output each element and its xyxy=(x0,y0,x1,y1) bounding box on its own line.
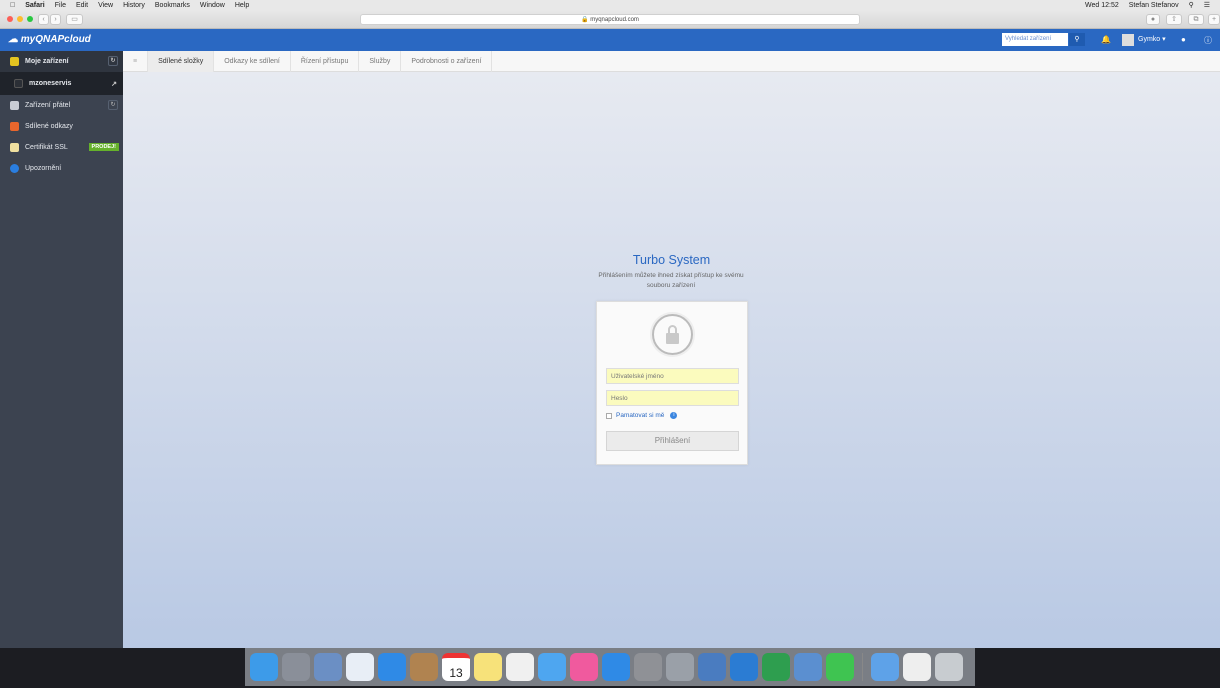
username-input[interactable]: Uživatelské jméno xyxy=(606,368,739,384)
spotlight-icon[interactable]: ⚲ xyxy=(1189,1,1194,9)
sidebar-item-shared-links[interactable]: Sdílené odkazy xyxy=(0,116,123,137)
tabs-button[interactable]: ⧉ xyxy=(1188,14,1204,25)
menu-file[interactable]: File xyxy=(55,2,66,9)
info-icon[interactable]: i xyxy=(670,412,678,419)
browser-toolbar: ‹ › ▭ 🔒 myqnapcloud.com ● ⇧ ⧉ + xyxy=(0,10,1220,29)
zoom-window-button[interactable] xyxy=(27,16,33,22)
tab-share-links[interactable]: Odkazy ke sdílení xyxy=(214,51,291,72)
dock-finder-icon[interactable] xyxy=(250,653,278,681)
dock-utility-icon[interactable] xyxy=(666,653,694,681)
dock-whatsapp-icon[interactable] xyxy=(826,653,854,681)
dock-launchpad-icon[interactable] xyxy=(282,653,310,681)
login-button[interactable]: Přihlášení xyxy=(606,431,739,451)
menu-history[interactable]: History xyxy=(123,2,145,9)
dock-network-utility-icon[interactable] xyxy=(698,653,726,681)
dock-excel-icon[interactable] xyxy=(762,653,790,681)
menu-edit[interactable]: Edit xyxy=(76,2,88,9)
friends-icon xyxy=(10,101,19,110)
menu-view[interactable]: View xyxy=(98,2,113,9)
forward-button[interactable]: › xyxy=(50,14,61,25)
dock-trash-icon[interactable] xyxy=(935,653,963,681)
dock-notes-icon[interactable] xyxy=(474,653,502,681)
dock-safari-icon[interactable] xyxy=(378,653,406,681)
tab-device-details[interactable]: Podrobnosti o zařízení xyxy=(401,51,493,72)
menu-app[interactable]: Safari xyxy=(25,2,44,9)
user-name[interactable]: Stefan Stefanov xyxy=(1129,2,1179,9)
remember-checkbox[interactable] xyxy=(606,412,612,419)
new-tab-button[interactable]: + xyxy=(1208,14,1220,25)
back-button[interactable]: ‹ xyxy=(38,14,49,25)
certificate-icon xyxy=(10,143,19,152)
tab-bar: ≡ Sdílené složky Odkazy ke sdílení Řízen… xyxy=(123,51,1220,72)
dock-itunes-icon[interactable] xyxy=(570,653,598,681)
clock[interactable]: Wed 12:52 xyxy=(1085,2,1119,9)
dock-preview-icon[interactable] xyxy=(314,653,342,681)
dock-remote-desktop-icon[interactable] xyxy=(794,653,822,681)
dock-system-preferences-icon[interactable] xyxy=(634,653,662,681)
sidebar-item-ssl-certificate[interactable]: Certifikát SSL PRODEJ! xyxy=(0,137,123,158)
external-link-icon[interactable]: ↗ xyxy=(111,80,117,88)
dock-document-icon[interactable] xyxy=(903,653,931,681)
menu-bookmarks[interactable]: Bookmarks xyxy=(155,2,190,9)
search-icon[interactable]: ⚲ xyxy=(1069,33,1085,46)
share-icon xyxy=(10,122,19,131)
dock-separator xyxy=(862,653,863,681)
sale-badge[interactable]: PRODEJ! xyxy=(88,143,119,151)
menu-window[interactable]: Window xyxy=(200,2,225,9)
tab-access-control[interactable]: Řízení přístupu xyxy=(291,51,360,72)
main-content: Turbo System Přihlášením můžete ihned zí… xyxy=(123,72,1220,648)
sidebar-item-notifications[interactable]: Upozornění xyxy=(0,158,123,179)
cloud-icon: ☁ xyxy=(8,34,18,45)
dock-contacts-icon[interactable] xyxy=(410,653,438,681)
sidebar-item-mzoneservis[interactable]: mzoneservis ↗ xyxy=(0,72,123,95)
dock-mail-icon[interactable] xyxy=(346,653,374,681)
dock-photos-icon[interactable] xyxy=(506,653,534,681)
avatar[interactable] xyxy=(1122,34,1134,46)
cube-icon xyxy=(10,57,19,66)
apple-menu-icon[interactable]:  xyxy=(10,2,15,9)
nas-icon xyxy=(14,79,23,88)
password-input[interactable]: Heslo xyxy=(606,390,739,406)
sidebar-item-my-devices[interactable]: Moje zařízení ↻ xyxy=(0,51,123,72)
login-card: Uživatelské jméno Heslo Pamatovat si mě i… xyxy=(596,301,748,465)
share-button[interactable]: ⇧ xyxy=(1166,14,1182,25)
minimize-window-button[interactable] xyxy=(17,16,23,22)
download-button[interactable]: ● xyxy=(1146,14,1160,25)
close-window-button[interactable] xyxy=(7,16,13,22)
notification-center-icon[interactable]: ☰ xyxy=(1204,1,1210,9)
sidebar-toggle-button[interactable]: ▭ xyxy=(66,14,83,25)
refresh-icon[interactable]: ↻ xyxy=(108,100,118,110)
globe-icon[interactable]: ● xyxy=(1181,35,1186,44)
sidebar-item-friends-devices[interactable]: Zařízení přátel ↻ xyxy=(0,95,123,116)
tab-services[interactable]: Služby xyxy=(359,51,402,72)
refresh-icon[interactable]: ↻ xyxy=(108,56,118,66)
user-menu[interactable]: Gymko ▾ xyxy=(1138,35,1166,43)
dock-calendar-icon[interactable]: 13 xyxy=(442,653,470,681)
login-subtitle: Přihlášením můžete ihned získat přístup … xyxy=(598,272,744,289)
lock-icon: 🔒 xyxy=(581,17,589,23)
search-input[interactable]: Vyhledat zařízení xyxy=(1002,33,1068,46)
address-bar[interactable]: 🔒 myqnapcloud.com xyxy=(360,14,860,25)
menu-toggle-icon[interactable]: ≡ xyxy=(123,51,149,72)
bell-icon[interactable]: 🔔 xyxy=(1101,35,1111,44)
dock-app-store-icon[interactable] xyxy=(602,653,630,681)
lock-icon xyxy=(652,314,693,355)
tab-shared-folders[interactable]: Sdílené složky xyxy=(148,51,215,72)
info-icon[interactable]: ⓘ xyxy=(1204,35,1212,46)
dock-word-icon[interactable] xyxy=(730,653,758,681)
menu-help[interactable]: Help xyxy=(235,2,249,9)
menu-bar:  Safari File Edit View History Bookmark… xyxy=(0,0,1220,10)
dock: 13 xyxy=(245,648,975,686)
dock-messages-icon[interactable] xyxy=(538,653,566,681)
bell-icon xyxy=(10,164,19,173)
dock-downloads-icon[interactable] xyxy=(871,653,899,681)
remember-me[interactable]: Pamatovat si mě i xyxy=(606,412,678,419)
logo[interactable]: ☁ myQNAPcloud xyxy=(8,34,91,45)
app-header: ☁ myQNAPcloud Vyhledat zařízení ⚲ 🔔 Gymk… xyxy=(0,29,1220,51)
device-title: Turbo System xyxy=(632,253,711,267)
sidebar: Moje zařízení ↻ mzoneservis ↗ Zařízení přá… xyxy=(0,51,123,648)
url-text: myqnapcloud.com xyxy=(590,17,639,23)
